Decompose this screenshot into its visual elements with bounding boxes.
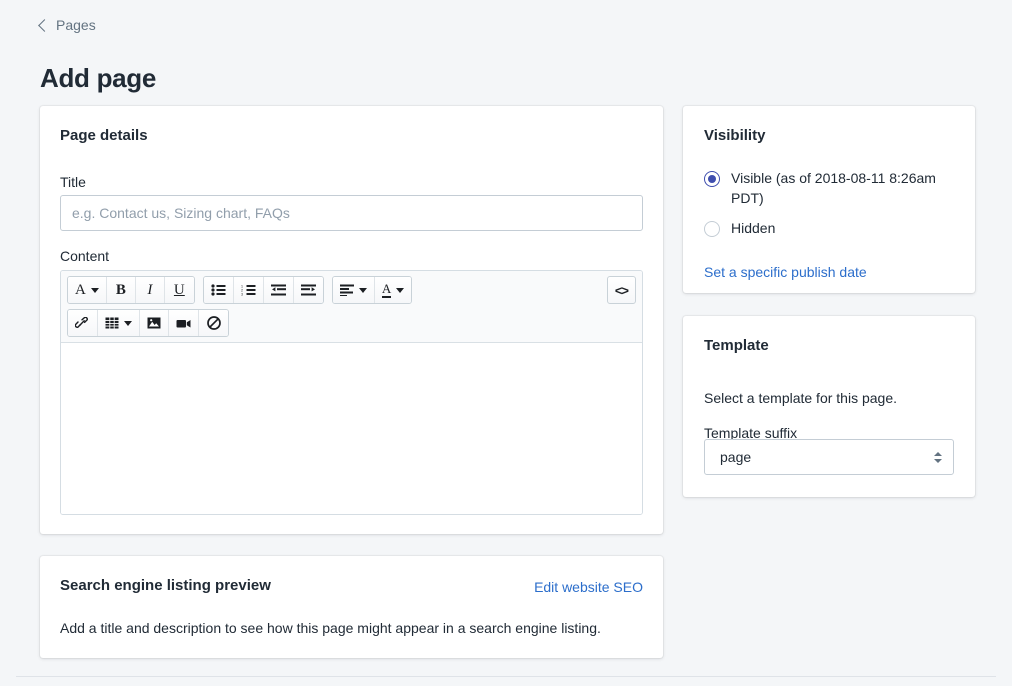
chevron-left-icon <box>38 19 51 32</box>
html-code-glyph: <> <box>615 283 628 298</box>
seo-preview-card: Search engine listing preview Edit websi… <box>40 556 663 658</box>
breadcrumb-pages[interactable]: Pages <box>40 15 96 35</box>
editor-toolbar-row-1: A B I U <box>67 276 636 304</box>
radio-hidden-label: Hidden <box>731 218 775 238</box>
numbered-list-icon[interactable]: 1 2 3 <box>234 277 264 303</box>
align-icon[interactable] <box>333 277 375 303</box>
underline-icon[interactable]: U <box>165 277 194 303</box>
seo-preview-title: Search engine listing preview <box>60 576 271 596</box>
title-field-label: Title <box>60 172 86 192</box>
font-format-icon[interactable]: A <box>68 277 107 303</box>
chevron-down-icon <box>91 288 99 293</box>
table-icon[interactable] <box>98 310 140 336</box>
visibility-title: Visibility <box>704 126 765 146</box>
italic-glyph: I <box>147 282 152 299</box>
template-title: Template <box>704 336 769 356</box>
template-description: Select a template for this page. <box>704 388 897 408</box>
page-title: Add page <box>40 61 156 95</box>
html-code-icon[interactable]: <> <box>607 276 636 304</box>
toolbar-group-align-color: A <box>332 276 412 304</box>
clear-formatting-icon[interactable] <box>199 310 228 336</box>
add-page-screen: Pages Add page Page details Title Conten… <box>0 0 1012 686</box>
editor-toolbar-row-2 <box>67 309 636 337</box>
title-input[interactable] <box>60 195 643 231</box>
content-editor: A B I U <box>60 270 643 515</box>
content-field-label: Content <box>60 246 109 266</box>
radio-hidden-indicator[interactable] <box>704 221 720 237</box>
radio-option-visible[interactable]: Visible (as of 2018-08-11 8:26am PDT) <box>704 168 956 208</box>
seo-preview-description: Add a title and description to see how t… <box>60 618 601 638</box>
footer-divider <box>16 676 996 677</box>
font-format-glyph: A <box>75 282 86 299</box>
bold-glyph: B <box>116 282 126 299</box>
chevron-down-icon <box>396 288 404 293</box>
page-details-title: Page details <box>60 126 663 146</box>
text-color-icon[interactable]: A <box>375 277 411 303</box>
template-card: Template Select a template for this page… <box>683 316 975 497</box>
indent-icon[interactable] <box>294 277 323 303</box>
image-icon[interactable] <box>140 310 169 336</box>
template-suffix-select[interactable]: page <box>704 439 954 475</box>
italic-icon[interactable]: I <box>136 277 165 303</box>
chevron-down-icon <box>359 288 367 293</box>
radio-visible-label: Visible (as of 2018-08-11 8:26am PDT) <box>731 168 956 208</box>
visibility-card: Visibility Visible (as of 2018-08-11 8:2… <box>683 106 975 293</box>
bulleted-list-icon[interactable] <box>204 277 234 303</box>
video-icon[interactable] <box>169 310 199 336</box>
page-details-card: Page details Title Content A B <box>40 106 663 534</box>
toolbar-group-insert <box>67 309 229 337</box>
link-icon[interactable] <box>68 310 98 336</box>
set-publish-date-link[interactable]: Set a specific publish date <box>704 262 867 282</box>
editor-toolbar: A B I U <box>61 271 642 343</box>
outdent-icon[interactable] <box>264 277 294 303</box>
bold-icon[interactable]: B <box>107 277 136 303</box>
content-editor-body[interactable] <box>61 343 642 515</box>
svg-text:3: 3 <box>241 292 243 296</box>
template-suffix-select-wrap: page <box>704 439 954 475</box>
breadcrumb-label: Pages <box>56 15 96 35</box>
toolbar-group-lists: 1 2 3 <box>203 276 324 304</box>
underline-glyph: U <box>174 282 185 299</box>
chevron-down-icon <box>124 321 132 326</box>
toolbar-group-text: A B I U <box>67 276 195 304</box>
text-color-glyph: A <box>382 282 391 298</box>
radio-visible-indicator[interactable] <box>704 171 720 187</box>
edit-website-seo-link[interactable]: Edit website SEO <box>534 577 643 597</box>
radio-option-hidden[interactable]: Hidden <box>704 218 775 238</box>
